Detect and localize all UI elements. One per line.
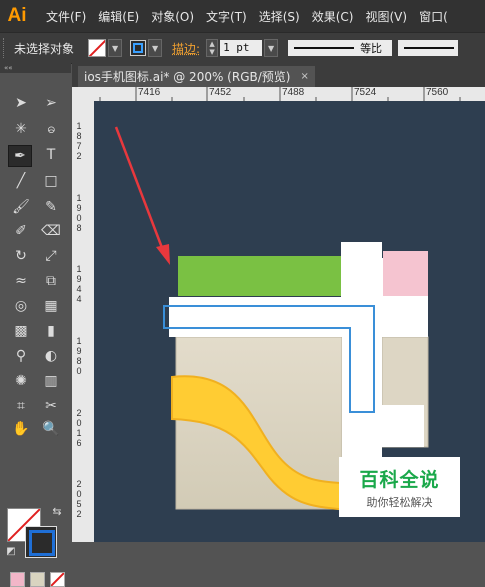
eyedropper-tool-icon[interactable]: ⚲ [10, 346, 32, 366]
menu-select[interactable]: 选择(S) [259, 8, 300, 25]
menu-view[interactable]: 视图(V) [365, 8, 407, 25]
close-tab-icon[interactable]: × [300, 71, 308, 82]
selection-tool-icon[interactable]: ➤ [10, 93, 32, 113]
profile-line-preview [294, 47, 355, 49]
column-graph-tool-icon[interactable]: ▥ [40, 371, 62, 391]
tools-panel: «« ➤ ➢ ✳ ဓ ✒ T ╱ □ 🖌 ✎ ✐ ⌫ ↻ ⤢ ≈ ⧉ ◎ ▦ ▩… [0, 63, 71, 587]
line-tool-icon[interactable]: ╱ [10, 171, 32, 191]
pink-block [383, 251, 428, 296]
stroke-label[interactable]: 描边: [172, 40, 200, 57]
menu-type[interactable]: 文字(T) [206, 8, 247, 25]
stroke-color-box[interactable] [25, 526, 57, 558]
fill-color-swatch[interactable] [88, 39, 107, 57]
white-bar [169, 297, 428, 337]
app-logo: Ai [7, 5, 27, 26]
horizontal-ruler[interactable]: 7416 7452 7488 7524 7560 [94, 87, 485, 102]
document-tab[interactable]: ios手机图标.ai* @ 200% (RGB/预览) × [78, 66, 315, 87]
menu-window[interactable]: 窗口( [419, 8, 448, 25]
gradient-tool-icon[interactable]: ▮ [40, 321, 62, 341]
ruler-label: 7452 [209, 87, 232, 98]
magic-wand-tool-icon[interactable]: ✳ [10, 119, 32, 139]
ruler-label: 1980 [76, 336, 82, 376]
profile-label: 等比 [360, 42, 383, 55]
symbol-sprayer-tool-icon[interactable]: ✺ [10, 371, 32, 391]
free-transform-tool-icon[interactable]: ⧉ [40, 271, 62, 291]
width-tool-icon[interactable]: ≈ [10, 271, 32, 291]
ruler-label: 1944 [76, 264, 82, 304]
watermark: 百科全说 助你轻松解决 [339, 457, 460, 517]
rotate-tool-icon[interactable]: ↻ [10, 246, 32, 266]
direct-selection-tool-icon[interactable]: ➢ [40, 93, 62, 113]
pen-tool-icon[interactable]: ✒ [8, 145, 32, 167]
hand-tool-icon[interactable]: ✋ [10, 419, 32, 439]
swap-fill-stroke-icon[interactable]: ⇆ [46, 501, 68, 521]
type-tool-icon[interactable]: T [40, 145, 62, 165]
ruler-label: 7416 [138, 87, 161, 98]
watermark-title: 百科全说 [359, 468, 440, 491]
menu-file[interactable]: 文件(F) [46, 8, 86, 25]
ruler-label: 1872 [76, 121, 82, 161]
zoom-tool-icon[interactable]: 🔍 [40, 419, 62, 439]
lasso-tool-icon[interactable]: ဓ [40, 119, 62, 139]
selection-status: 未选择对象 [14, 41, 75, 56]
color-mode-button[interactable] [10, 572, 25, 587]
rectangle-tool-icon[interactable]: □ [40, 171, 62, 191]
ruler-label: 7488 [282, 87, 305, 98]
ruler-label: 2016 [76, 408, 82, 448]
stroke-weight-dropdown[interactable]: ▼ [264, 39, 279, 57]
pencil-tool-icon[interactable]: ✎ [40, 197, 62, 217]
menu-edit[interactable]: 编辑(E) [98, 8, 139, 25]
red-arrow-shaft [114, 126, 166, 254]
menu-object[interactable]: 对象(O) [151, 8, 194, 25]
brush-line-preview [404, 47, 455, 49]
vertical-ruler[interactable]: 1872 1908 1944 1980 2016 2052 [72, 101, 95, 542]
document-tab-title: ios手机图标.ai* @ 200% (RGB/预览) [84, 70, 291, 84]
blob-brush-tool-icon[interactable]: ✐ [10, 221, 32, 241]
ruler-label: 7560 [426, 87, 449, 98]
menu-bar: Ai 文件(F) 编辑(E) 对象(O) 文字(T) 选择(S) 效果(C) 视… [0, 0, 485, 32]
red-arrow-head [156, 244, 170, 265]
ruler-label: 1908 [76, 193, 82, 233]
green-bar [178, 256, 341, 296]
default-fill-stroke-icon[interactable]: ◩ [0, 541, 22, 561]
artboard-tool-icon[interactable]: ⌗ [10, 396, 32, 416]
blend-tool-icon[interactable]: ◐ [40, 346, 62, 366]
scale-tool-icon[interactable]: ⤢ [40, 246, 62, 266]
slice-tool-icon[interactable]: ✂ [40, 396, 62, 416]
stroke-color-swatch[interactable] [130, 40, 147, 56]
tools-panel-header[interactable]: «« [0, 63, 71, 73]
control-bar: 未选择对象 ▼ ▼ 描边: ▲ ▼ 1 pt ▼ 等比 [0, 32, 485, 64]
brush-definition-select[interactable] [398, 40, 459, 56]
ruler-origin[interactable] [72, 87, 95, 102]
mesh-tool-icon[interactable]: ▩ [10, 321, 32, 341]
menu-effect[interactable]: 效果(C) [312, 8, 354, 25]
variable-width-profile-select[interactable]: 等比 [288, 40, 393, 56]
perspective-grid-tool-icon[interactable]: ▦ [40, 296, 62, 316]
fill-dropdown-button[interactable]: ▼ [108, 39, 123, 57]
watermark-subtitle: 助你轻松解决 [366, 495, 433, 509]
stroke-weight-field[interactable]: 1 pt [220, 40, 263, 56]
gradient-mode-button[interactable] [30, 572, 45, 587]
white-tab-top [341, 242, 382, 258]
stroke-weight-stepper[interactable]: ▲ ▼ [206, 39, 219, 57]
paintbrush-tool-icon[interactable]: 🖌 [10, 197, 32, 217]
ruler-label: 7524 [354, 87, 377, 98]
none-mode-button[interactable] [50, 572, 65, 587]
stroke-dropdown-button[interactable]: ▼ [148, 39, 163, 57]
ruler-label: 2052 [76, 479, 82, 519]
panel-grip[interactable] [3, 38, 8, 58]
shape-builder-tool-icon[interactable]: ◎ [10, 296, 32, 316]
eraser-tool-icon[interactable]: ⌫ [40, 221, 62, 241]
